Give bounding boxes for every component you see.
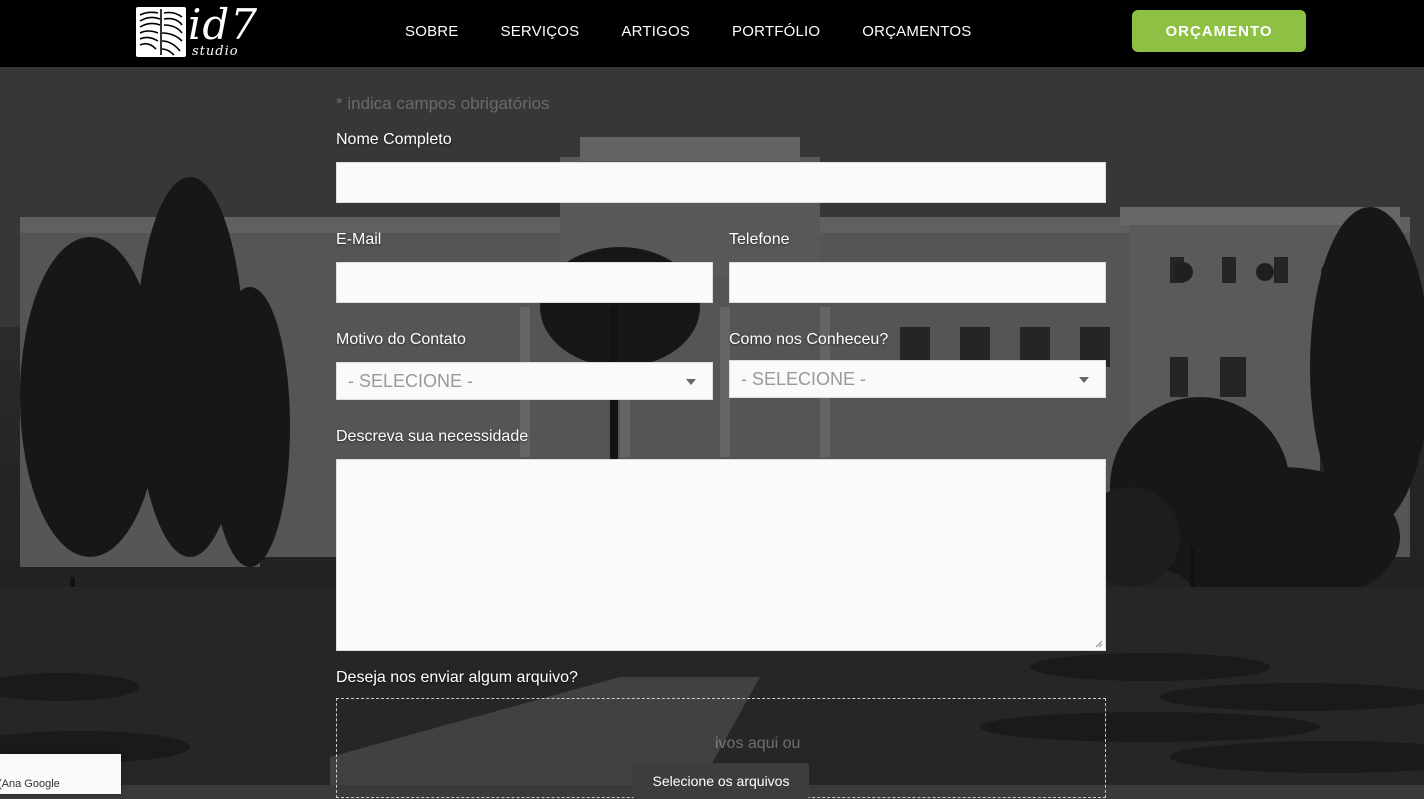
nav-portfolio[interactable]: PORTFÓLIO [732, 23, 820, 40]
recaptcha-badge[interactable]: (Ana Google [0, 754, 121, 794]
reason-label: Motivo do Contato [336, 331, 466, 348]
contact-form: * indica campos obrigatórios Nome Comple… [0, 0, 1424, 799]
description-label: Descreva sua necessidade [336, 428, 529, 445]
site-header: id7 studio SOBRE SERVIÇOS ARTIGOS PORTFÓ… [0, 0, 1424, 67]
reason-select[interactable]: - SELECIONE - [336, 362, 713, 400]
nav-orcamentos[interactable]: ORÇAMENTOS [862, 23, 971, 40]
logo-subtitle: studio [192, 44, 239, 59]
chevron-down-icon [1079, 377, 1089, 383]
file-dropzone[interactable]: ivos aqui ou Selecione os arquivos [336, 698, 1106, 799]
recaptcha-text: (Ana Google [0, 778, 60, 790]
drop-text: ivos aqui ou [715, 735, 801, 752]
main-nav: SOBRE SERVIÇOS ARTIGOS PORTFÓLIO ORÇAMEN… [405, 0, 1013, 62]
email-input[interactable] [336, 262, 713, 303]
phone-input[interactable] [729, 262, 1106, 303]
resize-grip-icon[interactable] [1095, 640, 1103, 648]
name-label: Nome Completo [336, 131, 452, 148]
orcamento-button[interactable]: ORÇAMENTO [1132, 10, 1306, 52]
select-files-button[interactable]: Selecione os arquivos [633, 763, 809, 799]
file-label: Deseja nos enviar algum arquivo? [336, 669, 578, 686]
name-input[interactable] [336, 162, 1106, 203]
logo[interactable]: id7 studio [136, 1, 257, 59]
required-fields-note: * indica campos obrigatórios [336, 94, 550, 113]
fingerprint-icon [136, 7, 186, 57]
reason-select-value: - SELECIONE - [348, 370, 474, 391]
nav-sobre[interactable]: SOBRE [405, 23, 459, 40]
phone-label: Telefone [729, 231, 790, 248]
email-label: E-Mail [336, 231, 382, 248]
source-select-value: - SELECIONE - [741, 368, 867, 389]
description-textarea[interactable] [336, 459, 1106, 651]
nav-artigos[interactable]: ARTIGOS [621, 23, 690, 40]
source-label: Como nos Conheceu? [729, 331, 889, 348]
source-select[interactable]: - SELECIONE - [729, 360, 1106, 398]
nav-servicos[interactable]: SERVIÇOS [501, 23, 580, 40]
logo-text: id7 [188, 0, 259, 49]
chevron-down-icon [686, 379, 696, 385]
